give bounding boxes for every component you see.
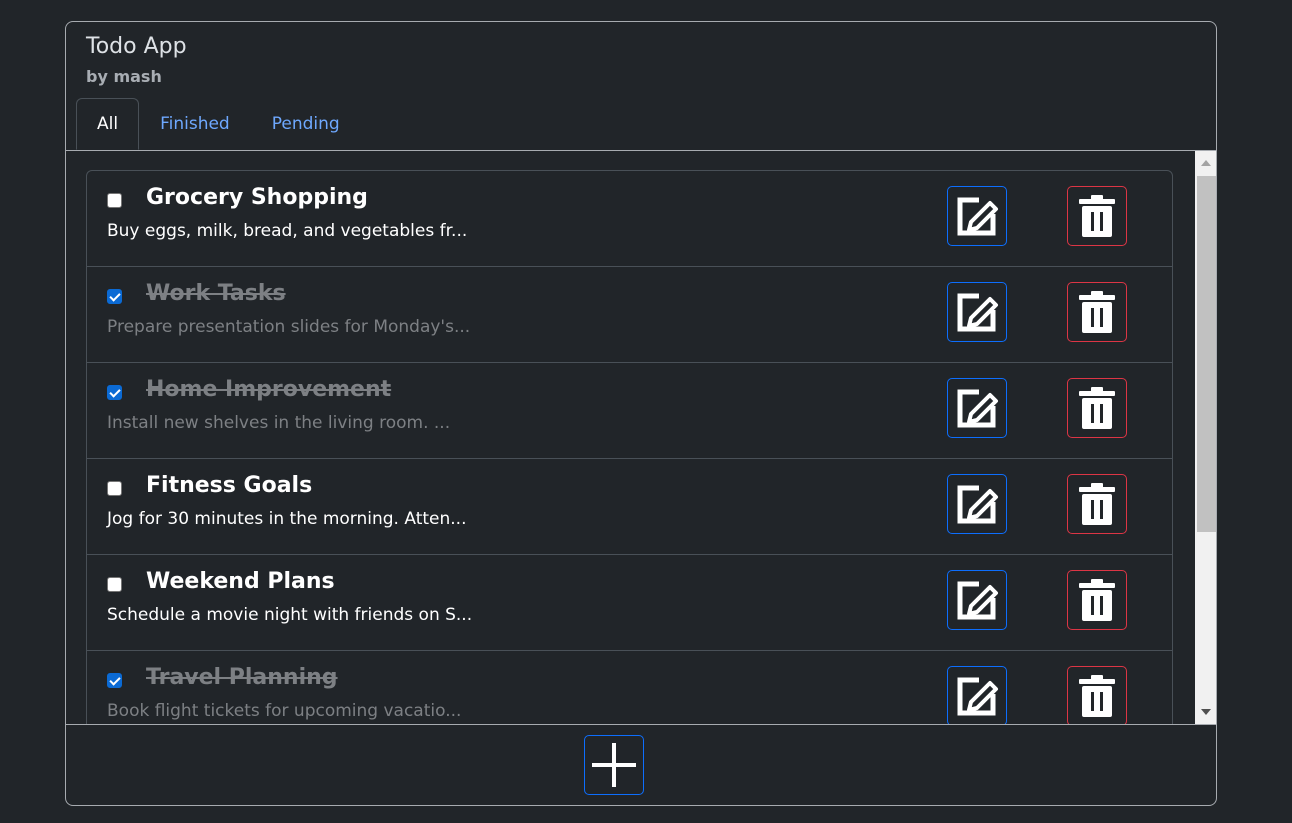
trash-icon (1079, 387, 1115, 429)
todo-list-scroll-area[interactable]: Grocery Shopping Buy eggs, milk, bread, … (66, 150, 1216, 725)
todo-item: Travel Planning Book flight tickets for … (87, 651, 1172, 724)
scroll-down-arrow-icon[interactable] (1201, 709, 1211, 715)
scroll-thumb[interactable] (1197, 176, 1216, 532)
edit-icon (957, 293, 998, 332)
todo-description: Jog for 30 minutes in the morning. Atten… (107, 509, 467, 529)
app-title: Todo App (86, 34, 187, 59)
tab-pending[interactable]: Pending (251, 98, 361, 150)
todo-checkbox[interactable] (107, 673, 122, 688)
card-footer (66, 725, 1216, 805)
todo-description: Book flight tickets for upcoming vacatio… (107, 701, 462, 721)
todo-item: Weekend Plans Schedule a movie night wit… (87, 555, 1172, 651)
todo-item: Fitness Goals Jog for 30 minutes in the … (87, 459, 1172, 555)
trash-icon (1079, 483, 1115, 525)
todo-description: Schedule a movie night with friends on S… (107, 605, 473, 625)
todo-title: Weekend Plans (146, 569, 335, 594)
todo-card: Todo App by mash All Finished Pending Gr… (65, 21, 1217, 806)
card-header: Todo App by mash All Finished Pending (66, 22, 1216, 150)
delete-button[interactable] (1067, 186, 1127, 246)
edit-icon (957, 197, 998, 236)
todo-checkbox[interactable] (107, 193, 122, 208)
todo-list: Grocery Shopping Buy eggs, milk, bread, … (86, 170, 1173, 724)
filter-tabs: All Finished Pending (76, 98, 361, 150)
todo-title: Grocery Shopping (146, 185, 368, 210)
delete-button[interactable] (1067, 282, 1127, 342)
todo-item: Home Improvement Install new shelves in … (87, 363, 1172, 459)
todo-description: Buy eggs, milk, bread, and vegetables fr… (107, 221, 468, 241)
todo-checkbox[interactable] (107, 481, 122, 496)
trash-icon (1079, 579, 1115, 621)
trash-icon (1079, 675, 1115, 717)
edit-button[interactable] (947, 666, 1007, 724)
todo-title: Work Tasks (146, 281, 286, 306)
edit-button[interactable] (947, 378, 1007, 438)
todo-checkbox[interactable] (107, 289, 122, 304)
todo-title: Home Improvement (146, 377, 392, 402)
app-subtitle: by mash (86, 67, 162, 86)
edit-button[interactable] (947, 570, 1007, 630)
edit-icon (957, 389, 998, 428)
delete-button[interactable] (1067, 666, 1127, 724)
delete-button[interactable] (1067, 570, 1127, 630)
todo-item: Grocery Shopping Buy eggs, milk, bread, … (87, 171, 1172, 267)
vertical-scrollbar[interactable] (1195, 151, 1216, 724)
edit-icon (957, 485, 998, 524)
tab-all[interactable]: All (76, 98, 140, 150)
scroll-up-arrow-icon[interactable] (1201, 160, 1211, 166)
delete-button[interactable] (1067, 378, 1127, 438)
todo-title: Travel Planning (146, 665, 338, 690)
delete-button[interactable] (1067, 474, 1127, 534)
edit-button[interactable] (947, 186, 1007, 246)
edit-button[interactable] (947, 474, 1007, 534)
todo-item: Work Tasks Prepare presentation slides f… (87, 267, 1172, 363)
todo-title: Fitness Goals (146, 473, 313, 498)
todo-checkbox[interactable] (107, 385, 122, 400)
trash-icon (1079, 195, 1115, 237)
plus-icon (592, 743, 636, 787)
tab-finished[interactable]: Finished (139, 98, 251, 150)
todo-checkbox[interactable] (107, 577, 122, 592)
edit-icon (957, 677, 998, 716)
todo-description: Prepare presentation slides for Monday's… (107, 317, 471, 337)
trash-icon (1079, 291, 1115, 333)
edit-button[interactable] (947, 282, 1007, 342)
todo-description: Install new shelves in the living room. … (107, 413, 451, 433)
add-todo-button[interactable] (584, 735, 644, 795)
edit-icon (957, 581, 998, 620)
